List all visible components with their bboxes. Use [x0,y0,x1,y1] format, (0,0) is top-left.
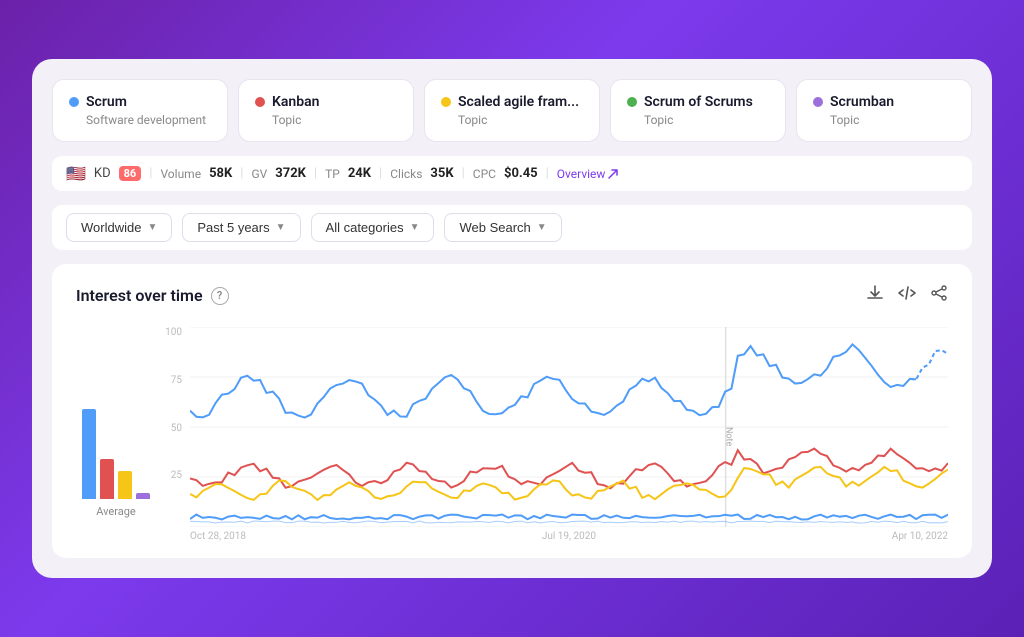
topic-card-scrum[interactable]: Scrum Software development [52,79,228,142]
main-container: Scrum Software development Kanban Topic … [32,59,992,578]
topic-dot [69,97,79,107]
topic-card-name: Kanban [255,94,397,110]
volume-label: Volume [160,167,201,181]
topic-subtitle: Topic [441,113,583,127]
filters-row: Worldwide▼Past 5 years▼All categories▼We… [52,205,972,250]
embed-button[interactable] [898,284,916,307]
y-axis: 100 75 50 25 [156,327,186,518]
avg-bar [100,459,114,499]
filter-label: Past 5 years [197,220,269,235]
filter-btn-location[interactable]: Worldwide ▼ [66,213,172,242]
chart-header: Interest over time ? [76,284,948,307]
y-axis-label: 75 [156,375,182,386]
cpc-label: CPC [473,167,496,181]
filter-btn-type[interactable]: Web Search ▼ [444,213,561,242]
topic-subtitle: Topic [813,113,955,127]
topic-card-scaled[interactable]: Scaled agile fram... Topic [424,79,600,142]
chart-area: Average 100 75 50 25 Note Oct 28, 2018 Jul 1… [76,327,948,542]
overview-link[interactable]: Overview [557,167,620,181]
topic-dot [441,97,451,107]
filter-label: Web Search [459,220,530,235]
filter-btn-period[interactable]: Past 5 years ▼ [182,213,300,242]
topic-name: Scaled agile fram... [458,94,579,110]
topic-dot [255,97,265,107]
topic-name: Scrumban [830,94,894,110]
y-axis-label: 50 [156,423,182,434]
chart-title: Interest over time [76,286,203,305]
flag-icon: 🇺🇸 [66,164,86,183]
gv-label: GV [251,167,267,181]
x-axis-label: Oct 28, 2018 [190,531,246,542]
avg-bar [118,471,132,499]
topic-card-scrum-of-scrums[interactable]: Scrum of Scrums Topic [610,79,786,142]
line-chart-svg: Note [190,327,948,527]
volume-value: 58K [209,166,232,181]
line-chart-wrapper: 100 75 50 25 Note Oct 28, 2018 Jul 19, 2020 A… [156,327,948,542]
topic-card-name: Scrumban [813,94,955,110]
filter-label: All categories [326,220,404,235]
avg-bars [82,399,150,499]
topic-name: Scrum of Scrums [644,94,753,110]
filter-label: Worldwide [81,220,141,235]
cpc-value: $0.45 [504,166,538,181]
svg-text:Note: Note [724,427,734,446]
tp-value: 24K [348,166,371,181]
chevron-down-icon: ▼ [276,222,286,233]
avg-bar [82,409,96,499]
clicks-label: Clicks [390,167,422,181]
topic-dot [627,97,637,107]
x-axis-label: Jul 19, 2020 [542,531,596,542]
stats-row: 🇺🇸 KD 86 | Volume 58K | GV 372K | TP 24K… [52,156,972,191]
chart-actions [866,284,948,307]
share-button[interactable] [930,284,948,307]
chart-svg-container: Note [190,327,948,527]
tp-label: TP [325,167,340,181]
topic-subtitle: Topic [255,113,397,127]
x-axis-labels: Oct 28, 2018 Jul 19, 2020 Apr 10, 2022 [190,531,948,542]
chart-title-group: Interest over time ? [76,286,229,305]
topic-subtitle: Software development [69,113,211,127]
topic-card-scrumban[interactable]: Scrumban Topic [796,79,972,142]
topic-name: Scrum [86,94,127,110]
filter-btn-category[interactable]: All categories ▼ [311,213,435,242]
topic-name: Kanban [272,94,319,110]
topic-subtitle: Topic [627,113,769,127]
clicks-value: 35K [430,166,453,181]
topic-card-name: Scrum of Scrums [627,94,769,110]
download-button[interactable] [866,284,884,307]
avg-label: Average [96,505,136,518]
y-axis-label: 25 [156,470,182,481]
topic-dot [813,97,823,107]
x-axis-label: Apr 10, 2022 [892,531,948,542]
kd-badge: 86 [119,166,142,181]
gv-value: 372K [275,166,306,181]
chart-panel: Interest over time ? Average [52,264,972,558]
chevron-down-icon: ▼ [537,222,547,233]
y-axis-label: 100 [156,327,182,338]
topic-cards: Scrum Software development Kanban Topic … [52,79,972,142]
average-bars-section: Average [76,399,156,542]
chevron-down-icon: ▼ [147,222,157,233]
topic-card-name: Scaled agile fram... [441,94,583,110]
help-icon[interactable]: ? [211,287,229,305]
chevron-down-icon: ▼ [410,222,420,233]
kd-label: KD [94,166,111,181]
topic-card-name: Scrum [69,94,211,110]
topic-card-kanban[interactable]: Kanban Topic [238,79,414,142]
avg-bar [136,493,150,499]
